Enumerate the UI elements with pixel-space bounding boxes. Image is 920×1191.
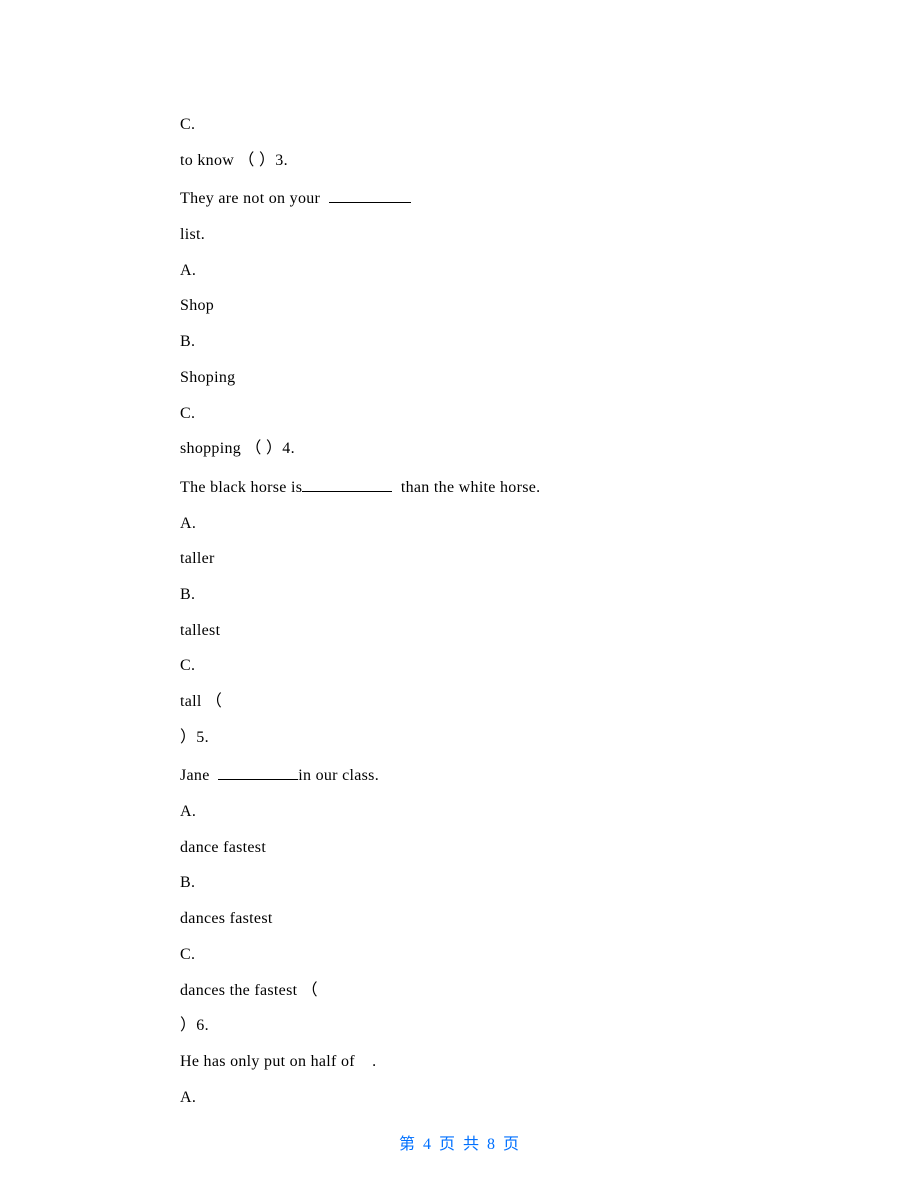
fill-blank (329, 186, 411, 203)
text-line: taller (180, 549, 760, 568)
text-line: ）6. (180, 1016, 760, 1035)
text-line: A. (180, 802, 760, 821)
text-line: The black horse is than the white horse. (180, 475, 760, 497)
text-line: B. (180, 332, 760, 351)
text-line: list. (180, 225, 760, 244)
text-line: C. (180, 115, 760, 134)
text-line: tall （ (180, 692, 760, 711)
text-line: Jane in our class. (180, 763, 760, 785)
fill-blank (302, 475, 392, 492)
text-line: A. (180, 514, 760, 533)
text-line: B. (180, 873, 760, 892)
page-footer: 第 4 页 共 8 页 (0, 1130, 920, 1154)
text-line: C. (180, 656, 760, 675)
text-line: shopping （ ）4. (180, 439, 760, 458)
text-line: tallest (180, 621, 760, 640)
text-line: Shoping (180, 368, 760, 387)
fill-blank (218, 763, 298, 780)
text-line: ）5. (180, 728, 760, 747)
text-line: They are not on your (180, 186, 760, 208)
text-line: to know （ ）3. (180, 151, 760, 170)
text-line: C. (180, 945, 760, 964)
text-line: A. (180, 1088, 760, 1107)
text-line: A. (180, 261, 760, 280)
text-line: Shop (180, 296, 760, 315)
page-content: C. to know （ ）3. They are not on your list… (180, 115, 760, 1123)
text-line: dances the fastest （ (180, 981, 760, 1000)
text-line: dance fastest (180, 838, 760, 857)
text-line: He has only put on half of . (180, 1052, 760, 1071)
text-line: C. (180, 404, 760, 423)
text-line: B. (180, 585, 760, 604)
text-line: dances fastest (180, 909, 760, 928)
